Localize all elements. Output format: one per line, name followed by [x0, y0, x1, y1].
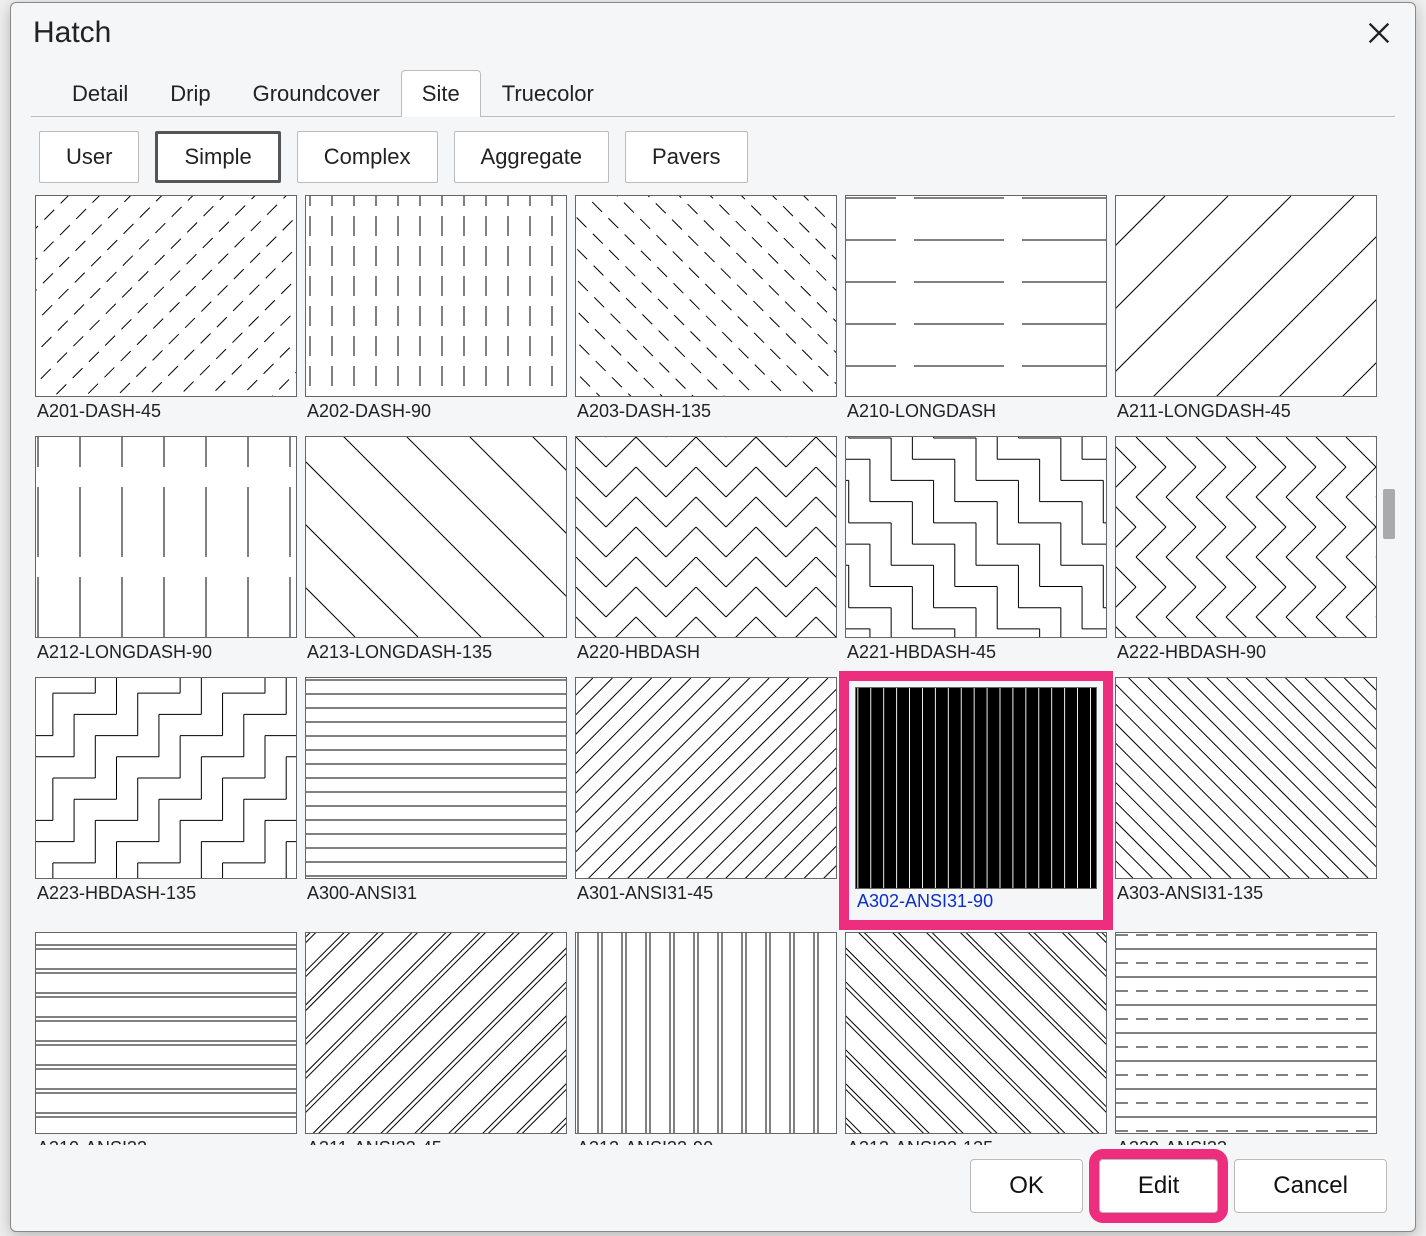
titlebar: Hatch: [11, 3, 1415, 63]
pattern-a203-dash-135[interactable]: A203-DASH-135: [575, 195, 837, 428]
pattern-a201-dash-45[interactable]: A201-DASH-45: [35, 195, 297, 428]
ok-button[interactable]: OK: [970, 1159, 1083, 1213]
pattern-label: A222-HBDASH-90: [1115, 640, 1377, 669]
pattern-a301-ansi31-45[interactable]: A301-ANSI31-45: [575, 677, 837, 924]
pattern-label: A212-LONGDASH-90: [35, 640, 297, 669]
edit-button[interactable]: Edit: [1099, 1159, 1218, 1213]
dialog-footer: OK Edit Cancel: [11, 1145, 1415, 1231]
pattern-label: A311-ANSI32-45: [305, 1136, 567, 1145]
pattern-label: A320-ANSI33: [1115, 1136, 1377, 1145]
pattern-label: A303-ANSI31-135: [1115, 881, 1377, 910]
pattern-a202-dash-90[interactable]: A202-DASH-90: [305, 195, 567, 428]
pattern-a213-longdash-135[interactable]: A213-LONGDASH-135: [305, 436, 567, 669]
subtab-complex[interactable]: Complex: [297, 131, 438, 183]
tab-groundcover[interactable]: Groundcover: [232, 70, 401, 117]
dialog-title: Hatch: [33, 16, 111, 50]
pattern-a311-ansi32-45[interactable]: A311-ANSI32-45: [305, 932, 567, 1145]
pattern-swatch: [575, 677, 837, 879]
pattern-a312-ansi32-90[interactable]: A312-ANSI32-90: [575, 932, 837, 1145]
pattern-label: A201-DASH-45: [35, 399, 297, 428]
pattern-swatch: [1115, 436, 1377, 638]
pattern-label: A310-ANSI32: [35, 1136, 297, 1145]
pattern-swatch: [845, 195, 1107, 397]
pattern-a300-ansi31[interactable]: A300-ANSI31: [305, 677, 567, 924]
pattern-label: A313-ANSI32-135: [845, 1136, 1107, 1145]
pattern-a210-longdash[interactable]: A210-LONGDASH: [845, 195, 1107, 428]
pattern-label: A223-HBDASH-135: [35, 881, 297, 910]
pattern-swatch: [305, 195, 567, 397]
pattern-a320-ansi33[interactable]: A320-ANSI33: [1115, 932, 1377, 1145]
pattern-swatch: [575, 436, 837, 638]
pattern-label: A220-HBDASH: [575, 640, 837, 669]
scrollbar-thumb[interactable]: [1383, 489, 1395, 539]
pattern-swatch: [1115, 932, 1377, 1134]
pattern-swatch: [1115, 195, 1377, 397]
pattern-label: A211-LONGDASH-45: [1115, 399, 1377, 428]
tab-site[interactable]: Site: [401, 70, 481, 117]
pattern-swatch: [35, 436, 297, 638]
pattern-swatch: [305, 677, 567, 879]
subtab-row: User Simple Complex Aggregate Pavers: [11, 117, 1415, 189]
pattern-swatch: [575, 932, 837, 1134]
pattern-a313-ansi32-135[interactable]: A313-ANSI32-135: [845, 932, 1107, 1145]
pattern-a212-longdash-90[interactable]: A212-LONGDASH-90: [35, 436, 297, 669]
pattern-swatch: [855, 687, 1097, 889]
pattern-label: A203-DASH-135: [575, 399, 837, 428]
pattern-label: A312-ANSI32-90: [575, 1136, 837, 1145]
pattern-swatch: [35, 677, 297, 879]
subtab-simple[interactable]: Simple: [155, 131, 280, 183]
pattern-a303-ansi31-135[interactable]: A303-ANSI31-135: [1115, 677, 1377, 924]
pattern-swatch: [35, 932, 297, 1134]
pattern-label: A213-LONGDASH-135: [305, 640, 567, 669]
pattern-a223-hbdash-135[interactable]: A223-HBDASH-135: [35, 677, 297, 924]
pattern-swatch: [575, 195, 837, 397]
pattern-label: A210-LONGDASH: [845, 399, 1107, 428]
pattern-label: A301-ANSI31-45: [575, 881, 837, 910]
close-icon[interactable]: [1359, 13, 1399, 53]
subtab-aggregate[interactable]: Aggregate: [454, 131, 610, 183]
pattern-a220-hbdash[interactable]: A220-HBDASH: [575, 436, 837, 669]
pattern-a221-hbdash-45[interactable]: A221-HBDASH-45: [845, 436, 1107, 669]
pattern-swatch: [845, 436, 1107, 638]
pattern-a310-ansi32[interactable]: A310-ANSI32: [35, 932, 297, 1145]
tab-drip[interactable]: Drip: [149, 70, 231, 117]
pattern-label: A302-ANSI31-90: [855, 889, 1097, 918]
pattern-a211-longdash-45[interactable]: A211-LONGDASH-45: [1115, 195, 1377, 428]
pattern-swatch: [35, 195, 297, 397]
pattern-a222-hbdash-90[interactable]: A222-HBDASH-90: [1115, 436, 1377, 669]
subtab-user[interactable]: User: [39, 131, 139, 183]
pattern-swatch: [845, 932, 1107, 1134]
pattern-swatch: [305, 436, 567, 638]
subtab-pavers[interactable]: Pavers: [625, 131, 747, 183]
hatch-dialog: Hatch DetailDripGroundcoverSiteTruecolor…: [10, 2, 1416, 1232]
pattern-label: A300-ANSI31: [305, 881, 567, 910]
pattern-grid: A201-DASH-45 A202-DASH-90 A203-DASH-135 …: [31, 189, 1395, 1145]
cancel-button[interactable]: Cancel: [1234, 1159, 1387, 1213]
tabstrip: DetailDripGroundcoverSiteTruecolor: [31, 63, 1395, 117]
pattern-grid-container: A201-DASH-45 A202-DASH-90 A203-DASH-135 …: [31, 189, 1395, 1145]
pattern-label: A202-DASH-90: [305, 399, 567, 428]
pattern-swatch: [305, 932, 567, 1134]
tab-detail[interactable]: Detail: [51, 70, 149, 117]
pattern-label: A221-HBDASH-45: [845, 640, 1107, 669]
pattern-swatch: [1115, 677, 1377, 879]
pattern-a302-ansi31-90[interactable]: A302-ANSI31-90: [845, 677, 1107, 924]
tab-truecolor[interactable]: Truecolor: [481, 70, 615, 117]
